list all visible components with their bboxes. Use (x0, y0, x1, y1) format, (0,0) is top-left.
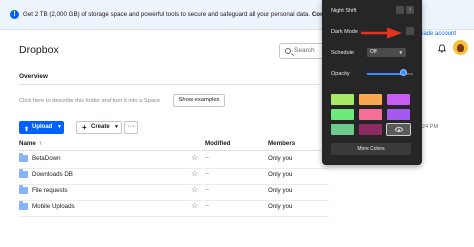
schedule-label: Schedule (331, 50, 354, 56)
schedule-select[interactable]: Off ▼ (367, 48, 406, 57)
color-swatch-mint[interactable] (331, 109, 354, 120)
eye-icon (395, 127, 403, 132)
color-swatch-purple[interactable] (387, 94, 410, 105)
upload-icon: ⬆ (24, 127, 30, 133)
display-settings-panel: Night Shift i Dark Mode Schedule Off ▼ O… (322, 0, 422, 165)
folder-description-hint[interactable]: Click here to describe this folder and t… (19, 98, 160, 104)
modified-value: -- (205, 171, 209, 177)
table-row[interactable]: Mobile Uploads ☆ -- Only you (19, 200, 329, 217)
column-header-name[interactable]: Name ↑ (19, 140, 42, 147)
info-icon[interactable]: i (406, 6, 414, 14)
star-icon[interactable]: ☆ (191, 201, 198, 210)
color-swatch-disabled[interactable] (386, 123, 411, 136)
sort-arrow-icon: ↑ (38, 141, 42, 147)
upload-button[interactable]: ⬆ Upload ▼ (19, 121, 64, 134)
modified-value: -- (205, 203, 209, 209)
avatar[interactable] (453, 40, 468, 55)
search-input[interactable]: Search (279, 43, 325, 59)
members-value: Only you (268, 155, 293, 162)
column-header-members[interactable]: Members (268, 140, 295, 147)
page-title: Dropbox (19, 44, 59, 56)
night-shift-label: Night Shift (331, 8, 357, 14)
chevron-down-icon: ▼ (398, 50, 403, 55)
column-header-modified[interactable]: Modified (205, 140, 230, 147)
members-value: Only you (268, 171, 293, 178)
color-swatch-orange[interactable] (359, 94, 382, 105)
create-button[interactable]: + Create ▼ (76, 121, 122, 134)
file-name[interactable]: Mobile Uploads (32, 203, 75, 210)
members-value: Only you (268, 203, 293, 210)
schedule-value: Off (370, 49, 377, 55)
file-name[interactable]: BetaDown (32, 155, 61, 162)
timestamp: 24 PM (422, 124, 439, 130)
annotation-arrow-icon (361, 27, 402, 39)
dark-mode-label: Dark Mode (331, 29, 358, 35)
search-icon (285, 48, 291, 54)
opacity-label: Opacity (331, 71, 350, 77)
file-name[interactable]: File requests (32, 187, 67, 194)
banner-message: Get 2 TB (2,000 GB) of storage space and… (23, 11, 311, 18)
modified-value: -- (205, 155, 209, 161)
banner-text: Get 2 TB (2,000 GB) of storage space and… (23, 11, 339, 18)
opacity-slider-fill (367, 73, 404, 75)
dark-mode-toggle[interactable] (406, 27, 414, 35)
create-label: Create (91, 124, 110, 130)
search-placeholder: Search (294, 47, 315, 54)
folder-icon (19, 169, 28, 178)
more-options-button[interactable]: ··· (124, 121, 138, 134)
column-name-label: Name (19, 140, 36, 147)
divider (19, 84, 320, 85)
more-colors-button[interactable]: More Colors (331, 143, 411, 155)
night-shift-toggle[interactable] (396, 6, 404, 14)
modified-value: -- (205, 187, 209, 193)
divider (19, 216, 329, 217)
star-icon[interactable]: ☆ (191, 153, 198, 162)
folder-icon (19, 185, 28, 194)
color-swatch-plum[interactable] (359, 124, 382, 135)
folder-icon (19, 153, 28, 162)
members-value: Only you (268, 187, 293, 194)
chevron-down-icon: ▼ (114, 124, 119, 130)
divider (19, 150, 329, 151)
folder-icon (19, 201, 28, 210)
table-row[interactable]: File requests ☆ -- Only you (19, 184, 329, 201)
bell-icon[interactable] (438, 44, 446, 53)
table-row[interactable]: BetaDown ☆ -- Only you (19, 152, 329, 169)
info-icon: ! (10, 10, 19, 19)
star-icon[interactable]: ☆ (191, 169, 198, 178)
color-swatch-teal[interactable] (331, 124, 354, 135)
chevron-down-icon: ▼ (57, 124, 62, 130)
color-swatch-pink[interactable] (359, 109, 382, 120)
star-icon[interactable]: ☆ (191, 185, 198, 194)
table-row[interactable]: Downloads DB ☆ -- Only you (19, 168, 329, 185)
upload-label: Upload (32, 124, 53, 130)
overview-title: Overview (19, 73, 48, 80)
color-swatch-green[interactable] (331, 94, 354, 105)
file-name[interactable]: Downloads DB (32, 171, 73, 178)
plus-icon: + (82, 123, 87, 132)
upgrade-account-link[interactable]: grade account (418, 31, 456, 37)
show-examples-button[interactable]: Show examples (173, 94, 225, 107)
color-swatch-violet[interactable] (387, 109, 410, 120)
